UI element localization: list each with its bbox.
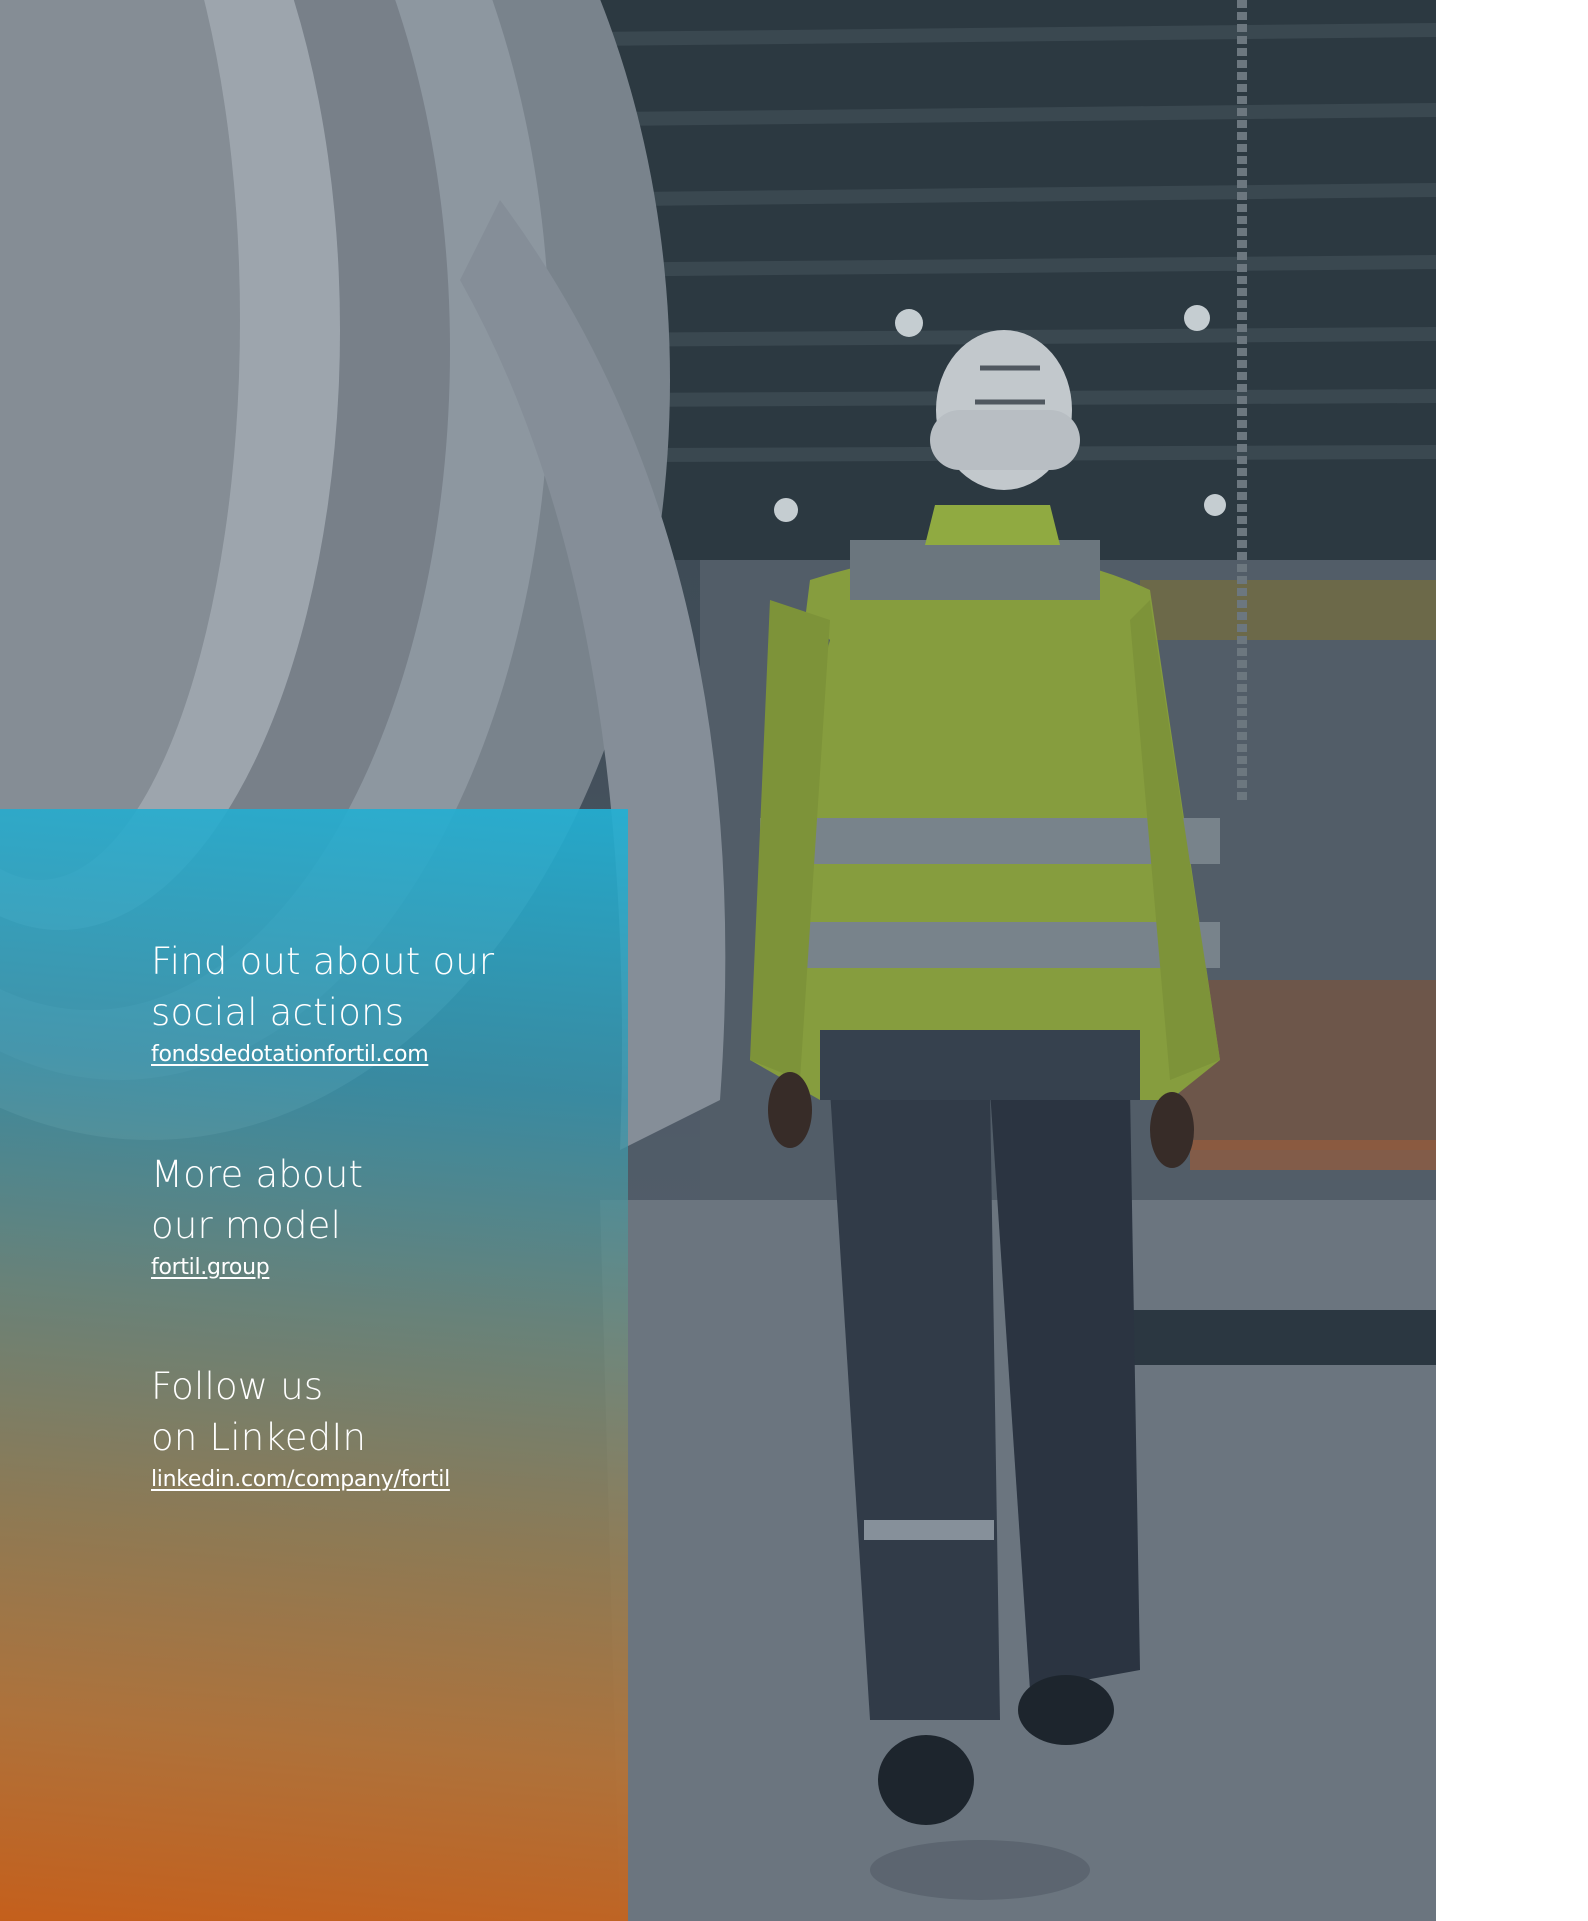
fortil-group-link[interactable]: fortil.group (151, 1255, 270, 1280)
model-heading: More about our model (151, 1149, 363, 1251)
heading-line: More about (151, 1153, 364, 1196)
fonds-link[interactable]: fondsdedotationfortil.com (151, 1042, 429, 1067)
linkedin-block: Follow us on LinkedIn linkedin.com/compa… (151, 1361, 450, 1492)
right-margin (1436, 0, 1588, 1921)
heading-line: social actions (151, 991, 405, 1034)
model-block: More about our model fortil.group (151, 1149, 363, 1280)
heading-line: Find out about our (151, 940, 495, 983)
linkedin-link[interactable]: linkedin.com/company/fortil (151, 1467, 450, 1492)
social-actions-heading: Find out about our social actions (151, 936, 494, 1038)
linkedin-heading: Follow us on LinkedIn (151, 1361, 450, 1463)
heading-line: our model (151, 1204, 342, 1247)
heading-line: Follow us (151, 1365, 324, 1408)
page: Find out about our social actions fondsd… (0, 0, 1588, 1921)
social-actions-block: Find out about our social actions fondsd… (151, 936, 494, 1067)
heading-line: on LinkedIn (151, 1416, 367, 1459)
